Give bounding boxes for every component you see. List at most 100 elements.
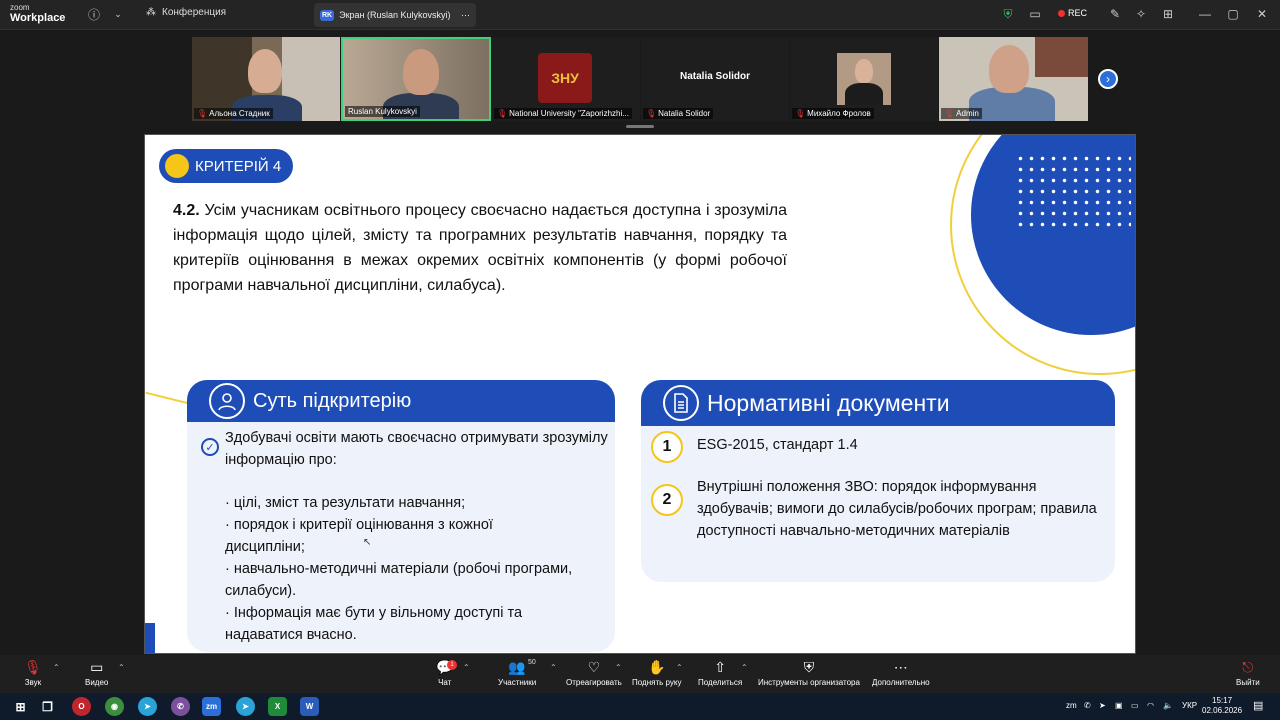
rec-dot-icon [1058,9,1065,17]
shield-icon[interactable]: ⛨ [1000,6,1016,22]
chrome-icon[interactable]: ◉ [105,697,124,716]
video-strip: 🎙 Альона Стадник Ruslan Kulykovskyi ЗНУ 🎙… [0,31,1280,128]
react-button[interactable]: ♡ Отреагировать [566,659,622,687]
user-icon [209,383,245,419]
document-icon [663,385,699,421]
system-clock[interactable]: 15:17 02.06.2026 [1202,696,1242,716]
rec-indicator[interactable]: REC [1058,8,1087,18]
react-options-caret[interactable]: ⌃ [615,663,622,672]
excel-icon[interactable]: X [268,697,287,716]
telegram-icon[interactable]: ➤ [236,697,255,716]
tray-screen-icon[interactable]: ▭ [1131,701,1139,710]
share-avatar: RK [320,9,335,21]
criterion-badge: КРИТЕРІЙ 4 [159,149,293,183]
telegram-icon[interactable]: ➤ [138,697,157,716]
meeting-icon: ⁂ [146,7,156,18]
essence-item: · цілі, зміст та результати навчання; [225,495,466,511]
participant-name: 🎙 Альона Стадник [194,108,273,119]
zoom-logo: zoom Workplace [10,3,66,24]
chevron-right-icon: › [1106,72,1110,86]
word-icon[interactable]: W [300,697,319,716]
mic-muted-icon: 🎙 [197,109,208,118]
resize-handle[interactable] [626,125,654,128]
language-indicator[interactable]: УКР [1182,701,1197,710]
meeting-menu[interactable]: ⁂ Конференция [146,7,226,18]
chevron-down-icon[interactable]: ⌄ [110,6,126,22]
essence-intro: Здобувачі освіти мають своєчасно отримув… [225,430,608,468]
maximize-icon[interactable]: ▢ [1225,6,1241,22]
mouse-cursor-icon: ↖ [363,537,372,548]
viber-icon[interactable]: ✆ [171,697,190,716]
participants-count: 50 [528,659,536,666]
video-tile[interactable]: 🎙 Альона Стадник [192,37,340,121]
raise-hand-button[interactable]: ✋ Поднять руку [632,659,681,687]
check-circle-icon: ✓ [201,438,219,456]
tray-app-icon[interactable]: ▣ [1115,701,1123,710]
opera-icon[interactable]: O [72,697,91,716]
more-icon[interactable]: ⋯ [461,10,470,21]
participants-options-caret[interactable]: ⌃ [550,663,557,672]
info-icon[interactable]: ⓘ [86,6,102,22]
ai-icon[interactable]: ✧ [1133,6,1149,22]
leave-button[interactable]: ⎋ Выйти [1236,659,1260,687]
close-icon[interactable]: ✕ [1254,6,1270,22]
host-tools-button[interactable]: ⛨ Инструменты организатора [758,659,860,687]
participant-name: 🎙 Admin [941,108,982,119]
video-tile[interactable]: Natalia Solidor 🎙 Natalia Solidor [641,37,789,121]
decor-edge [145,623,155,653]
wifi-icon[interactable]: ◠ [1147,701,1154,710]
more-button[interactable]: ⋯ Дополнительно [872,659,930,687]
essence-item: · Інформація має бути у вільному доступі… [225,605,523,643]
people-icon: 👥 [508,659,526,675]
next-page-button[interactable]: › [1098,69,1118,89]
meeting-toolbar: 🎙 Звук ⌃ ▭ Видео ⌃ 💬 Чат ⌃ 👥 Участники 50 ⌃ … [0,655,1280,693]
participant-name: 🎙 Natalia Solidor [643,108,714,119]
zoom-titlebar: zoom Workplace ⓘ ⌄ ⁂ Конференция RK Экра… [0,0,1280,30]
video-tile[interactable]: ЗНУ 🎙 National University "Zaporizhzhi... [492,37,640,121]
essence-item: · порядок і критерії оцінювання з кожної… [225,517,493,555]
mic-muted-icon: 🎙 [497,109,508,118]
os-taskbar: ⊞ ❐ O ◉ ➤ ✆ zm ➤ X W zm ✆ ➤ ▣ ▭ ◠ 🔈 УКР … [0,693,1280,720]
doc-item: ESG-2015, стандарт 1.4 [697,437,858,453]
badge-dot-icon [165,154,189,178]
mic-muted-icon: 🎙 [795,109,806,118]
leave-icon: ⎋ [1242,659,1254,675]
video-tile[interactable]: 🎙 Михайло Фролов [790,37,938,121]
video-tile-active-speaker[interactable]: Ruslan Kulykovskyi [341,37,491,121]
audio-options-caret[interactable]: ⌃ [53,663,60,672]
windows-start-icon[interactable]: ⊞ [11,697,30,716]
audio-button[interactable]: 🎙 Звук [24,659,42,687]
share-options-caret[interactable]: ⌃ [741,663,748,672]
volume-icon[interactable]: 🔈 [1163,701,1173,710]
chat-options-caret[interactable]: ⌃ [463,663,470,672]
view-icon[interactable]: ⊞ [1160,6,1176,22]
tray-zoom-icon[interactable]: zm [1066,701,1077,710]
chat-badge: 1 [447,660,457,670]
video-tile[interactable]: 🎙 Admin [939,37,1088,121]
minimize-icon[interactable]: — [1197,6,1213,22]
university-logo-icon: ЗНУ [538,53,592,103]
participant-name: 🎙 National University "Zaporizhzhi... [494,108,632,119]
annotate-icon[interactable]: ✎ [1107,6,1123,22]
share-button[interactable]: ⇧ Поделиться [698,659,742,687]
doc-item: Внутрішні положення ЗВО: порядок інформу… [697,479,1097,539]
criterion-text: 4.2. Усім учасникам освітнього процесу с… [173,202,787,294]
share-tab[interactable]: RK Экран (Ruslan Kulykovskyi) ⋯ [314,3,476,27]
video-options-caret[interactable]: ⌃ [118,663,125,672]
essence-item: · навчально-методичні матеріали (робочі … [225,561,573,599]
notifications-icon[interactable]: ▤ [1253,699,1263,712]
raise-hand-options-caret[interactable]: ⌃ [676,663,683,672]
decor-dots [1015,153,1131,233]
docs-card-header: Нормативні документи [641,380,1115,426]
shared-screen: КРИТЕРІЙ 4 4.2. Усім учасникам освітньог… [144,134,1136,654]
task-view-icon[interactable]: ❐ [38,697,57,716]
mic-muted-icon: 🎙 [944,109,955,118]
zoom-taskbar-icon[interactable]: zm [202,697,221,716]
tray-viber-icon[interactable]: ✆ [1084,701,1091,710]
participant-name: 🎙 Михайло Фролов [792,108,874,119]
mic-muted-icon: 🎙 [24,659,42,675]
more-icon: ⋯ [893,659,908,675]
tray-telegram-icon[interactable]: ➤ [1099,701,1106,710]
captions-icon[interactable]: ▭ [1027,6,1043,22]
video-button[interactable]: ▭ Видео [85,659,108,687]
